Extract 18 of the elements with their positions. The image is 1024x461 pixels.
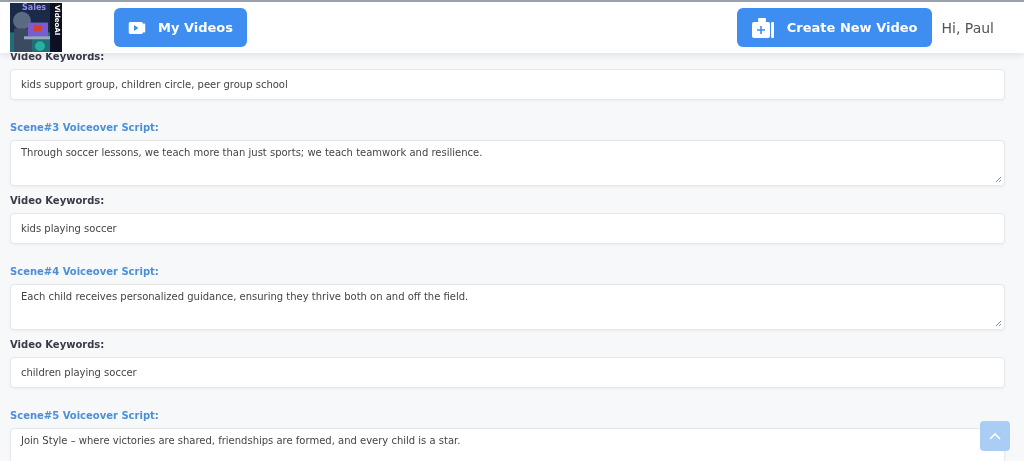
resize-handle-icon bbox=[994, 175, 1002, 183]
keywords-label: Video Keywords: bbox=[10, 338, 106, 352]
script-label: Scene#3 Voiceover Script: bbox=[10, 121, 160, 135]
scroll-to-top-button[interactable] bbox=[980, 421, 1010, 451]
keywords-label: Video Keywords: bbox=[10, 194, 106, 208]
keywords-field[interactable]: kids support group, children circle, peer group school bbox=[10, 69, 1005, 100]
video-add-icon bbox=[750, 16, 775, 39]
keywords-field[interactable]: children playing soccer bbox=[10, 357, 1005, 388]
caret-up-icon bbox=[988, 431, 1002, 441]
resize-handle-icon bbox=[994, 319, 1002, 327]
script-label: Scene#4 Voiceover Script: bbox=[10, 265, 160, 279]
script-field[interactable]: Each child receives personalized guidance, ensuring they thrive both on and off the field. bbox=[10, 284, 1005, 330]
logo-title: Sales bbox=[22, 3, 47, 13]
user-greeting: Hi, Paul bbox=[941, 19, 994, 36]
script-field[interactable]: Through soccer lessons, we teach more than just sports; we teach teamwork and resilience. bbox=[10, 140, 1005, 186]
script-label: Scene#5 Voiceover Script: bbox=[10, 409, 160, 423]
keywords-field[interactable]: kids playing soccer bbox=[10, 213, 1005, 244]
script-field[interactable]: Join Style – where victories are shared, friendships are formed, and every child is a star. bbox=[10, 428, 1005, 461]
